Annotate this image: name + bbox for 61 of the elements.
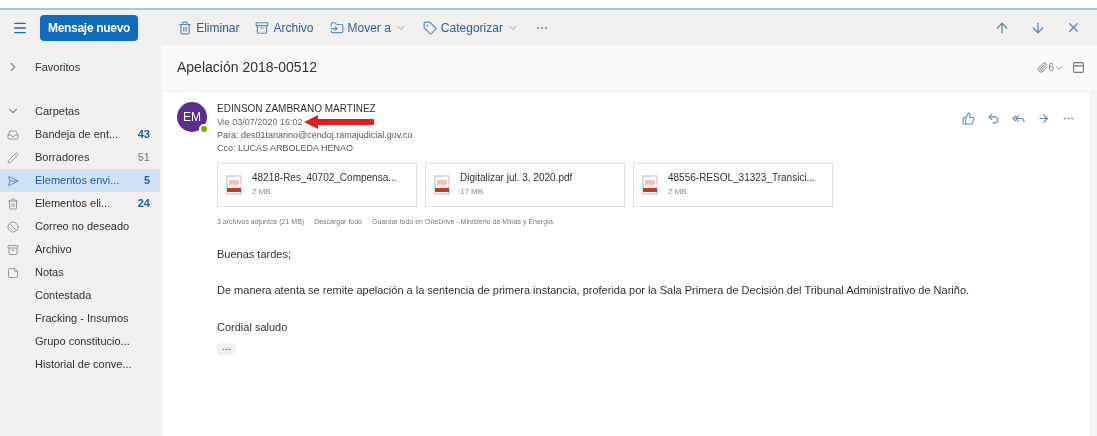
message-date: Vie 03/07/2020 16:02	[217, 115, 303, 129]
folder-item[interactable]: Fracking - Insumos	[0, 307, 160, 330]
attachment-size: 17 MB	[460, 186, 485, 198]
send-icon	[7, 174, 19, 187]
toolbar-button[interactable]: Mover a	[329, 18, 407, 37]
reply-all-icon[interactable]	[1012, 112, 1025, 125]
inbox-icon	[7, 128, 19, 141]
folder-item[interactable]: Contestada	[0, 284, 160, 307]
folders-header[interactable]: Carpetas	[0, 99, 160, 123]
attachment-size: 2 MB	[252, 186, 272, 198]
pdf-file-icon	[226, 175, 242, 195]
folder-item[interactable]: Elementos envi... 5	[0, 169, 160, 192]
recipient-line: Para: des01tanarino@cendoj.ramajudicial.gov.co	[217, 129, 413, 142]
toolbar-button[interactable]: Categorizar	[422, 18, 519, 37]
toolbar-button[interactable]: Archivo	[255, 18, 314, 37]
note-icon	[7, 266, 19, 279]
folder-item[interactable]: Archivo	[0, 238, 160, 261]
show-more-button[interactable]	[217, 343, 236, 355]
attachment-name: 48556-RESOL_31323_Transici...	[668, 171, 815, 185]
archive-icon	[7, 243, 19, 256]
paperclip-icon	[1037, 62, 1049, 73]
new-message-button[interactable]: Mensaje nuevo	[40, 14, 139, 41]
body-paragraph: Buenas tardes;	[217, 246, 292, 262]
attachment-card[interactable]: 48218-Res_40702_Compensa... 2 MB	[217, 163, 417, 207]
close-icon[interactable]	[1066, 20, 1081, 35]
pdf-file-icon	[642, 175, 658, 195]
conversation-subject: Apelación 2018-00512	[177, 58, 318, 77]
reading-pane-icon[interactable]	[1072, 61, 1085, 74]
folder-item[interactable]: Notas	[0, 261, 160, 284]
avatar: EM	[177, 102, 207, 132]
forward-icon[interactable]	[1037, 112, 1050, 125]
attachment-card[interactable]: 48556-RESOL_31323_Transici... 2 MB	[633, 163, 833, 207]
folder-item[interactable]: Elementos eli... 24	[0, 192, 160, 215]
folder-item[interactable]: Historial de conve...	[0, 353, 160, 376]
sender-name: EDINSON ZAMBRANO MARTINEZ	[217, 102, 377, 115]
blocked-icon	[7, 220, 19, 233]
archive-icon	[255, 20, 270, 35]
attachment-card[interactable]: Digitalizar jul. 3, 2020.pdf 17 MB	[425, 163, 625, 207]
pencil-icon	[7, 151, 19, 164]
favorites-item[interactable]: Favoritos	[0, 55, 160, 79]
like-icon[interactable]	[962, 112, 975, 125]
pdf-file-icon	[434, 175, 450, 195]
folder-item[interactable]: Correo no deseado	[0, 215, 160, 238]
annotation-arrow	[304, 115, 375, 129]
online-status-icon	[199, 124, 209, 134]
attachment-name: Digitalizar jul. 3, 2020.pdf	[460, 171, 573, 185]
reply-icon[interactable]	[987, 112, 1000, 125]
attachment-name: 48218-Res_40702_Compensa...	[252, 171, 397, 185]
folder-item[interactable]: Bandeja de ent... 43	[0, 123, 160, 146]
attachment-count-dropdown[interactable]: 6	[1037, 60, 1064, 75]
folder-item[interactable]: Grupo constitucio...	[0, 330, 160, 353]
trash-icon	[178, 20, 193, 35]
attachment-size: 2 MB	[668, 186, 688, 198]
folder-icon	[329, 20, 344, 35]
body-paragraph: De manera atenta se remite apelación a la sentencia de primera instancia, proferida por la Sala Primera de Decisión del Tribunal Administrativo de Nariño.	[217, 283, 971, 298]
tag-icon	[422, 20, 437, 35]
toolbar-button[interactable]: Eliminar	[178, 18, 240, 37]
trash-icon	[7, 197, 19, 210]
bcc-line: Cco: LUCAS ARBOLEDA HENAO	[217, 142, 355, 155]
folder-item[interactable]: Borradores 51	[0, 146, 160, 169]
body-paragraph: Cordial saludo	[217, 319, 289, 335]
